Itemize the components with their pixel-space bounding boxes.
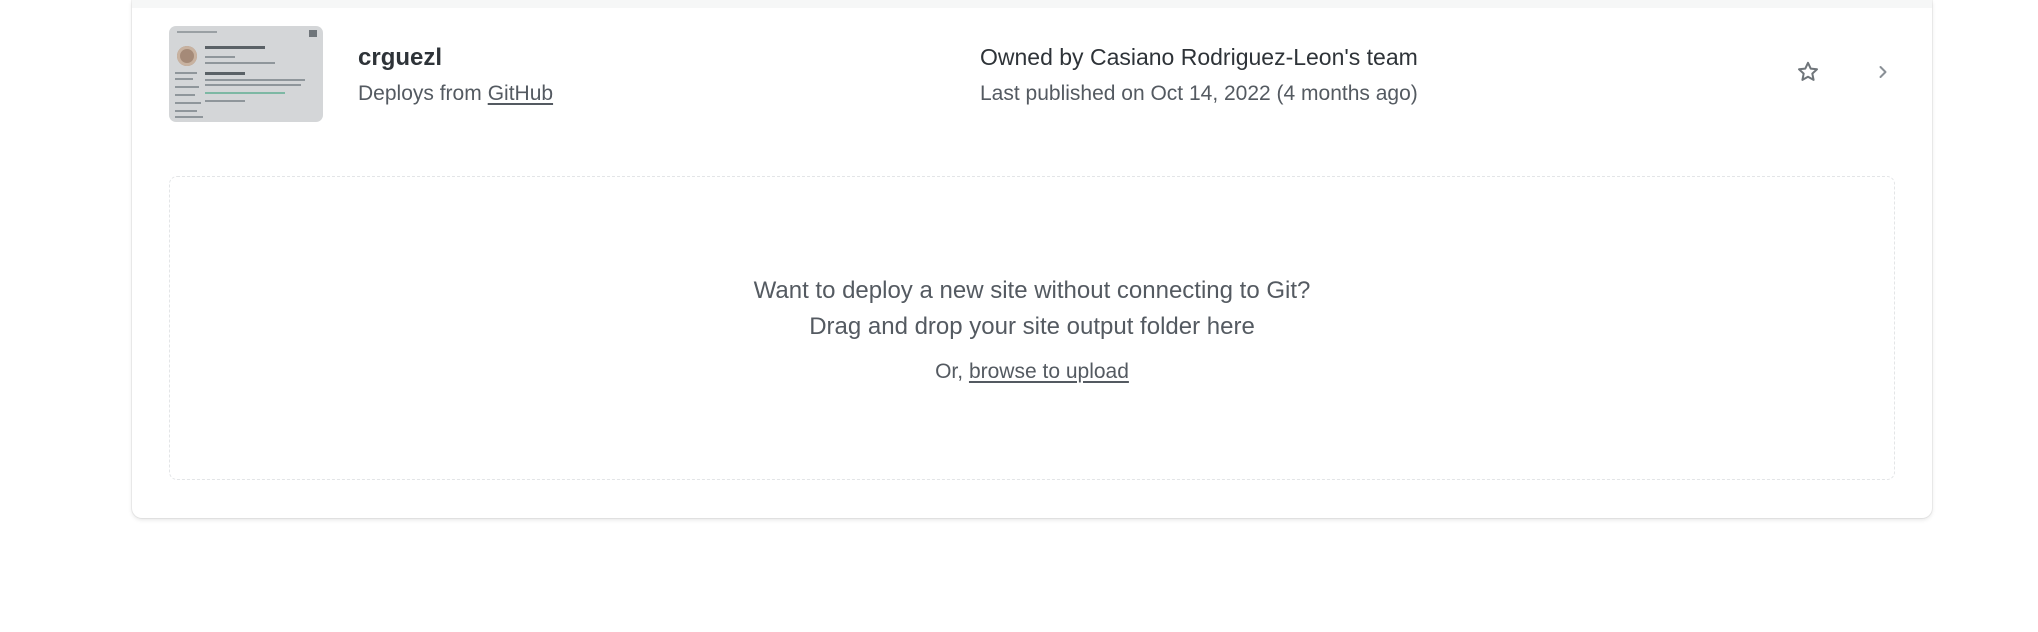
thumbnail-line bbox=[175, 116, 203, 118]
dropzone-instruction: Drag and drop your site output folder he… bbox=[809, 313, 1255, 340]
thumbnail-line bbox=[175, 86, 199, 88]
thumbnail-line bbox=[175, 72, 197, 74]
deploys-from-label: Deploys from bbox=[358, 82, 482, 105]
thumbnail-line bbox=[175, 110, 197, 112]
sites-list-card: crguezl Deploys from GitHub Owned by Casi… bbox=[132, 0, 1932, 518]
thumbnail-line bbox=[205, 72, 245, 75]
site-deploy-source: Deploys from GitHub bbox=[358, 82, 553, 106]
favorite-star-button[interactable] bbox=[1794, 58, 1822, 86]
thumbnail-line bbox=[205, 56, 235, 58]
or-label: Or, bbox=[935, 360, 964, 383]
owned-by-label: Owned by bbox=[980, 44, 1084, 70]
thumbnail-header-line bbox=[177, 31, 217, 33]
thumbnail-line bbox=[205, 92, 285, 94]
thumbnail-line bbox=[175, 78, 193, 80]
thumbnail-line bbox=[205, 46, 265, 49]
thumbnail-line bbox=[205, 79, 305, 81]
site-screenshot-thumbnail[interactable] bbox=[169, 26, 323, 122]
thumbnail-avatar bbox=[177, 46, 197, 66]
drag-drop-deploy-zone[interactable]: Want to deploy a new site without connec… bbox=[169, 176, 1895, 480]
star-icon bbox=[1798, 61, 1818, 81]
open-site-button[interactable] bbox=[1872, 60, 1894, 84]
site-name-link[interactable]: crguezl bbox=[358, 44, 442, 72]
dropzone-browse-row: Or, browse to upload bbox=[170, 360, 1894, 384]
browse-to-upload-link[interactable]: browse to upload bbox=[969, 360, 1129, 383]
thumbnail-line bbox=[175, 102, 201, 104]
github-repo-link[interactable]: GitHub bbox=[488, 82, 553, 105]
chevron-right-icon bbox=[1879, 66, 1887, 78]
thumbnail-line bbox=[205, 100, 245, 102]
thumbnail-line bbox=[205, 62, 275, 64]
thumbnail-close-mark bbox=[309, 30, 317, 37]
site-list-item[interactable]: crguezl Deploys from GitHub Owned by Casi… bbox=[132, 8, 1932, 130]
owner-team-name: Casiano Rodriguez-Leon's team bbox=[1089, 44, 1418, 70]
last-published-text: Last published on Oct 14, 2022 (4 months… bbox=[980, 82, 1418, 105]
thumbnail-line bbox=[175, 94, 195, 96]
thumbnail-line bbox=[205, 84, 301, 86]
dropzone-heading: Want to deploy a new site without connec… bbox=[753, 277, 1311, 304]
site-owner: Owned by Casiano Rodriguez-Leon's team bbox=[980, 44, 1418, 71]
list-top-divider bbox=[132, 0, 1932, 8]
